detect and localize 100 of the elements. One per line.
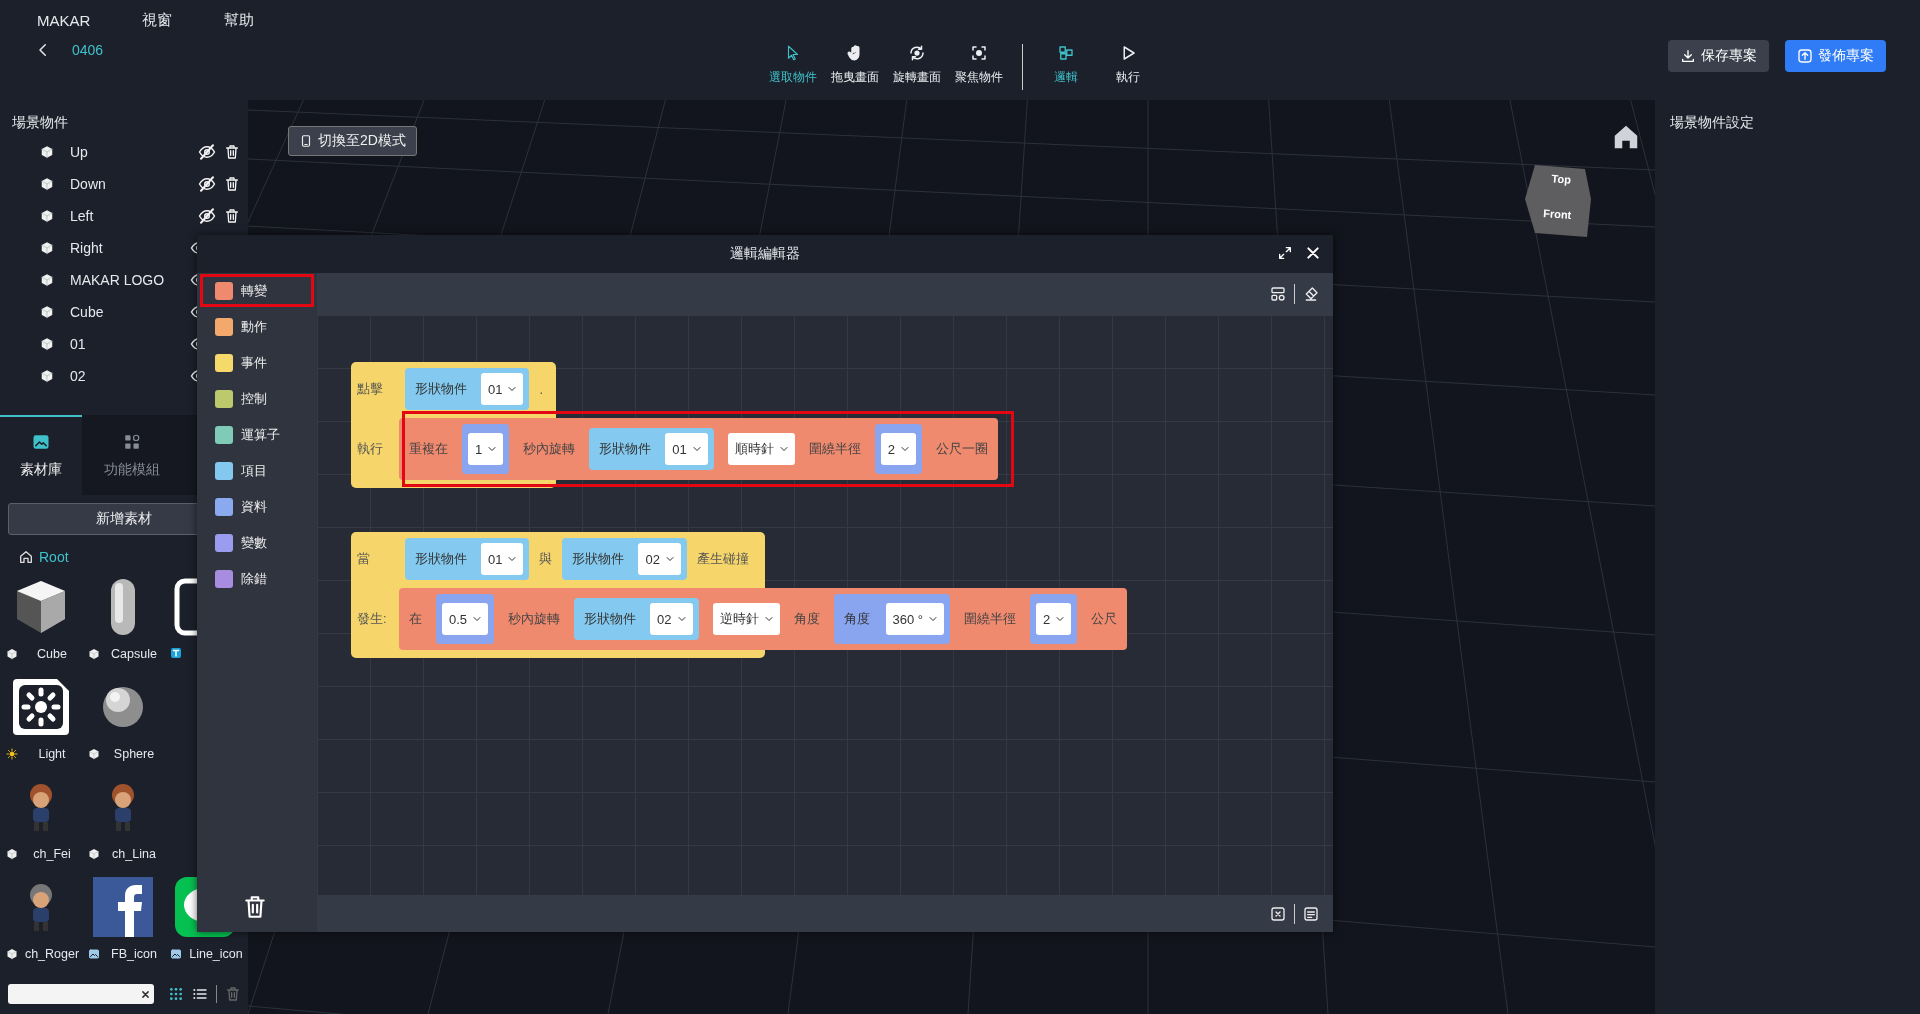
dropdown[interactable]: 順時針	[727, 433, 795, 465]
eye-off-icon[interactable]	[198, 143, 216, 161]
cube-icon	[40, 177, 54, 191]
cube-icon	[88, 648, 100, 660]
dropdown[interactable]: 360 °	[885, 603, 945, 635]
category-item[interactable]: 運算子	[200, 418, 314, 451]
clear-icon[interactable]	[141, 989, 150, 999]
menu-item[interactable]: 幫助	[224, 10, 255, 30]
dropdown[interactable]: 0.5	[442, 603, 489, 635]
expand-icon[interactable]	[1277, 245, 1293, 261]
dropdown[interactable]: 逆時針	[712, 603, 780, 635]
dropdown[interactable]: 02	[638, 543, 681, 575]
block-text: 角度	[843, 610, 870, 628]
object-name[interactable]: Left	[70, 208, 198, 224]
category-item[interactable]: 動作	[200, 310, 314, 343]
object-name[interactable]: Right	[70, 240, 190, 256]
tablet-icon	[299, 134, 313, 148]
asset-name: ch_Roger	[23, 947, 81, 961]
asset-name: Light	[37, 747, 67, 761]
category-item[interactable]: 事件	[200, 346, 314, 379]
toolbar-button[interactable]: 聚焦物件	[948, 44, 1010, 86]
block-label: 當	[357, 550, 371, 568]
save-button[interactable]: 保存專案	[1668, 40, 1769, 72]
mode-switch-button[interactable]: 切換至2D模式	[288, 126, 417, 156]
trash-icon[interactable]	[224, 144, 240, 160]
asset-name: ch_Lina	[111, 847, 157, 861]
asset-name: Cube	[36, 647, 68, 661]
asset-name: Sphere	[112, 747, 156, 761]
dropdown[interactable]: 01	[665, 433, 708, 465]
block-text: 形狀物件	[584, 610, 637, 628]
folder-link[interactable]: Root	[39, 549, 69, 565]
dropdown[interactable]: 01	[481, 543, 524, 575]
menu-item[interactable]: 視窗	[142, 10, 173, 30]
trash-icon[interactable]	[224, 208, 240, 224]
block-text: 形狀物件	[599, 440, 652, 458]
object-name[interactable]: Up	[70, 144, 198, 160]
category-item[interactable]: 除錯	[200, 562, 314, 595]
text-type-icon	[170, 647, 182, 659]
object-name[interactable]: MAKAR LOGO	[70, 272, 190, 288]
layout-icon[interactable]	[1270, 286, 1286, 302]
block-text: 在	[409, 610, 422, 628]
trash-icon[interactable]	[224, 176, 240, 192]
block-text: 秒內旋轉	[523, 440, 576, 458]
publish-button[interactable]: 發佈專案	[1785, 40, 1886, 72]
block-text: 重複在	[409, 440, 448, 458]
home-icon[interactable]	[18, 549, 34, 565]
cube-icon	[40, 305, 54, 319]
block-label: 發生:	[357, 610, 388, 628]
notes-icon[interactable]	[1303, 905, 1319, 922]
dropdown[interactable]: 01	[481, 373, 524, 405]
dropdown[interactable]: 2	[1036, 603, 1072, 635]
asset-name: Line_icon	[188, 947, 244, 961]
asset-name: FB_icon	[110, 947, 158, 961]
dropdown[interactable]: 2	[880, 433, 916, 465]
category-item[interactable]: 轉變	[200, 274, 314, 307]
object-name[interactable]: Down	[70, 176, 198, 192]
object-name[interactable]: 02	[70, 368, 190, 384]
dropdown[interactable]: 1	[468, 433, 504, 465]
toolbar-button[interactable]: 選取物件	[762, 44, 824, 86]
download-icon	[1680, 48, 1696, 64]
toolbar-button[interactable]: 旋轉畫面	[886, 44, 948, 86]
cube-icon	[6, 848, 18, 860]
cube-icon	[6, 648, 18, 660]
object-name[interactable]: 01	[70, 336, 190, 352]
eye-off-icon[interactable]	[198, 207, 216, 225]
close-icon[interactable]	[1305, 245, 1321, 261]
eye-off-icon[interactable]	[198, 175, 216, 193]
rotate-icon	[908, 44, 926, 62]
clear-all-icon[interactable]	[1270, 905, 1286, 922]
block-text: .	[539, 381, 544, 397]
image-icon	[170, 948, 182, 960]
category-item[interactable]: 項目	[200, 454, 314, 487]
block-text: 與	[539, 550, 553, 568]
toolbar-button[interactable]: 執行	[1097, 44, 1159, 86]
cube-icon	[40, 241, 54, 255]
object-name[interactable]: Cube	[70, 304, 190, 320]
modules-icon	[123, 433, 141, 451]
block-label: 執行	[357, 440, 384, 458]
focus-icon	[970, 44, 988, 62]
app-logo-icon[interactable]	[91, 875, 155, 939]
category-item[interactable]: 控制	[200, 382, 314, 415]
upload-icon	[1797, 48, 1813, 64]
cube-icon	[40, 145, 54, 159]
sun-icon	[6, 748, 18, 760]
block-text: 公尺	[1091, 610, 1118, 628]
toolbar-button[interactable]: 邏輯	[1035, 44, 1097, 86]
list-view-icon[interactable]	[192, 986, 208, 1002]
trash-icon[interactable]	[242, 894, 268, 920]
dropdown[interactable]: 02	[650, 603, 693, 635]
block-text: 公尺一圈	[935, 440, 988, 458]
blocks-icon	[1057, 44, 1075, 62]
eraser-icon[interactable]	[1303, 286, 1319, 302]
menu-item[interactable]: MAKAR	[37, 11, 91, 29]
asset-name: Capsule	[110, 647, 158, 661]
panel-title: 場景物件	[11, 113, 69, 132]
toolbar-button[interactable]: 拖曳畫面	[824, 44, 886, 86]
search-field[interactable]	[8, 984, 154, 1004]
panel-tab[interactable]: 素材庫	[0, 415, 82, 495]
grid-view-icon[interactable]	[168, 986, 184, 1002]
cube-icon	[40, 369, 54, 383]
